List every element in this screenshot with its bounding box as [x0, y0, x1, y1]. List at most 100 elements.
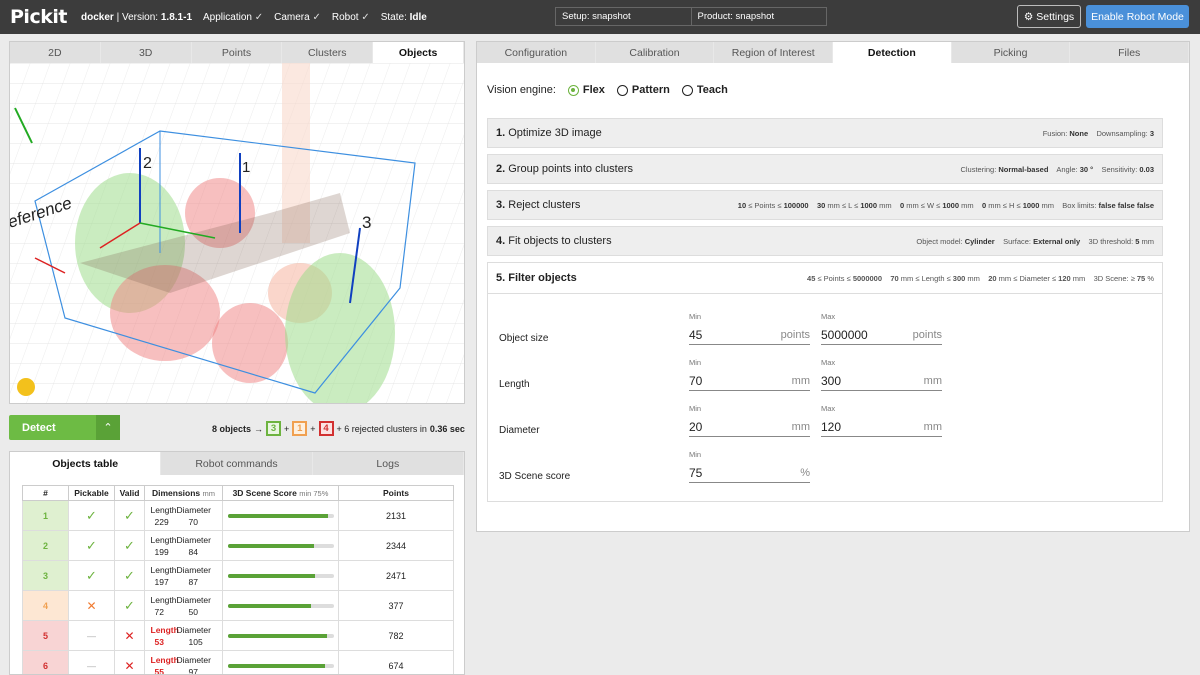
tab-2d[interactable]: 2D: [10, 42, 101, 63]
filter-header[interactable]: 5. Filter objects 45 ≤ Points ≤ 5000000 7…: [488, 263, 1162, 294]
col-dimensions: Dimensions mm: [144, 485, 223, 501]
score-bar: [227, 633, 334, 638]
step-reject[interactable]: 3. Reject clusters 10 ≤ Points ≤ 100000 3…: [487, 190, 1163, 220]
object-label-1: 1: [242, 159, 250, 176]
row-number: 2: [22, 530, 69, 561]
invalid-count-badge: 4: [318, 421, 334, 436]
settings-panel: Configuration Calibration Region of Inte…: [476, 41, 1190, 532]
row-number: 5: [22, 620, 69, 651]
points-cell: 782: [338, 620, 454, 651]
step-group[interactable]: 2. Group points into clusters Clustering:…: [487, 154, 1163, 184]
step-params: 10 ≤ Points ≤ 100000 30 mm ≤ L ≤ 1000 mm…: [737, 200, 1154, 210]
score-bar: [227, 513, 334, 518]
radio-teach[interactable]: Teach: [681, 84, 728, 96]
tab-objects[interactable]: Objects: [373, 42, 464, 63]
robot-status: Robot ✓: [331, 11, 370, 23]
tab-detection[interactable]: Detection: [833, 42, 952, 63]
step-params: 45 ≤ Points ≤ 5000000 70 mm ≤ Length ≤ 3…: [807, 273, 1154, 283]
detect-button-group[interactable]: Detect ⌃: [9, 415, 120, 440]
version-value: 1.8.1-1: [160, 11, 193, 23]
radio-selected-icon: [567, 84, 579, 96]
valid-icon: ✕: [114, 650, 145, 674]
step-optimize[interactable]: 1. Optimize 3D image Fusion: None Downsam…: [487, 118, 1163, 148]
settings-button[interactable]: ⚙ Settings: [1017, 5, 1081, 28]
score-bar: [227, 573, 334, 578]
dimensions-cell: Length Diameter 53 105: [144, 620, 223, 651]
min-field[interactable]: Min 20 mm: [689, 404, 810, 437]
pickable-icon: ✓: [68, 500, 115, 531]
score-cell: [222, 560, 339, 591]
radio-pattern[interactable]: Pattern: [616, 84, 670, 96]
min-field[interactable]: Min 45 points: [689, 312, 810, 345]
row-number: 3: [22, 560, 69, 591]
score-bar: [227, 603, 334, 608]
step-params: Clustering: Normal-based Angle: 30 ° Sen…: [960, 164, 1154, 174]
table-row[interactable]: 4 ✕ ✓ Length Diameter 72 50 377: [22, 590, 454, 621]
max-field[interactable]: Max 120 mm: [821, 404, 942, 437]
row-number: 6: [22, 650, 69, 674]
min-field[interactable]: Min 70 mm: [689, 358, 810, 391]
col-valid: Valid: [114, 485, 145, 501]
check-icon: ✓: [312, 11, 321, 23]
tab-picking[interactable]: Picking: [952, 42, 1071, 63]
tab-configuration[interactable]: Configuration: [477, 42, 596, 63]
unpickable-count-badge: 1: [292, 421, 308, 436]
tab-files[interactable]: Files: [1070, 42, 1190, 63]
tab-region-of-interest[interactable]: Region of Interest: [714, 42, 834, 63]
chevron-up-icon[interactable]: ⌃: [96, 415, 120, 440]
tab-calibration[interactable]: Calibration: [596, 42, 715, 63]
object-cylinder: [212, 303, 288, 383]
radio-flex[interactable]: Flex: [567, 84, 605, 96]
step-filter: 5. Filter objects 45 ≤ Points ≤ 5000000 7…: [487, 262, 1163, 502]
points-cell: 2131: [338, 500, 454, 531]
object-label-3: 3: [362, 213, 371, 232]
detection-summary: 8 objects → 3 + 1 + 4 + 6 rejected clusters…: [212, 421, 465, 436]
valid-count-badge: 3: [266, 421, 282, 436]
max-field[interactable]: Max 300 mm: [821, 358, 942, 391]
row-number: 1: [22, 500, 69, 531]
setup-selector[interactable]: Setup: snapshot: [556, 8, 692, 25]
viewer-panel: 2D 3D Points Clusters Objects 2 1 3 efer…: [9, 41, 465, 404]
dimensions-cell: Length Diameter 199 84: [144, 530, 223, 561]
tab-robot-commands[interactable]: Robot commands: [161, 452, 313, 475]
objects-panel: Objects table Robot commands Logs # Pick…: [9, 451, 465, 675]
score-cell: [222, 500, 339, 531]
tab-clusters[interactable]: Clusters: [282, 42, 374, 63]
step-fit[interactable]: 4. Fit objects to clusters Object model: …: [487, 226, 1163, 256]
valid-icon: ✕: [114, 620, 145, 651]
product-selector[interactable]: Product: snapshot: [692, 8, 827, 25]
valid-icon: ✓: [114, 560, 145, 591]
detect-button[interactable]: Detect: [9, 415, 96, 440]
valid-icon: ✓: [114, 530, 145, 561]
table-row[interactable]: 5 — ✕ Length Diameter 53 105 782: [22, 620, 454, 651]
tab-3d[interactable]: 3D: [101, 42, 192, 63]
row-number: 4: [22, 590, 69, 621]
valid-icon: ✓: [114, 500, 145, 531]
valid-icon: ✓: [114, 590, 145, 621]
min-field[interactable]: Min 75%: [689, 450, 810, 483]
check-icon: ✓: [361, 11, 370, 23]
top-bar: Pickit docker | Version: 1.8.1-1 Applica…: [0, 0, 1200, 34]
radio-icon: [681, 84, 693, 96]
status-line: docker | Version: 1.8.1-1 Application ✓ …: [81, 11, 427, 23]
setup-product-box[interactable]: Setup: snapshot Product: snapshot: [555, 7, 827, 26]
camera-icon[interactable]: [17, 378, 35, 396]
3d-viewer[interactable]: 2 1 3 eference: [10, 63, 464, 403]
enable-robot-mode-button[interactable]: Enable Robot Mode: [1086, 5, 1189, 28]
pickable-icon: ✕: [68, 590, 115, 621]
points-cell: 2344: [338, 530, 454, 561]
tab-points[interactable]: Points: [192, 42, 283, 63]
table-row[interactable]: 3 ✓ ✓ Length Diameter 197 87 2471: [22, 560, 454, 591]
max-field[interactable]: Max 5000000 points: [821, 312, 942, 345]
3d-scene[interactable]: 2 1 3 eference: [10, 63, 464, 403]
table-row[interactable]: 1 ✓ ✓ Length Diameter 229 70 2131: [22, 500, 454, 531]
table-row[interactable]: 2 ✓ ✓ Length Diameter 199 84 2344: [22, 530, 454, 561]
table-row[interactable]: 6 — ✕ Length Diameter 55 97 674: [22, 650, 454, 674]
pickable-icon: —: [68, 650, 115, 674]
pickit-logo: Pickit: [10, 6, 67, 28]
bottom-tabs: Objects table Robot commands Logs: [10, 452, 464, 475]
vision-engine: Vision engine: Flex Pattern Teach: [487, 84, 728, 96]
camera-status: Camera ✓: [274, 11, 321, 23]
tab-objects-table[interactable]: Objects table: [10, 452, 162, 475]
tab-logs[interactable]: Logs: [313, 452, 464, 475]
